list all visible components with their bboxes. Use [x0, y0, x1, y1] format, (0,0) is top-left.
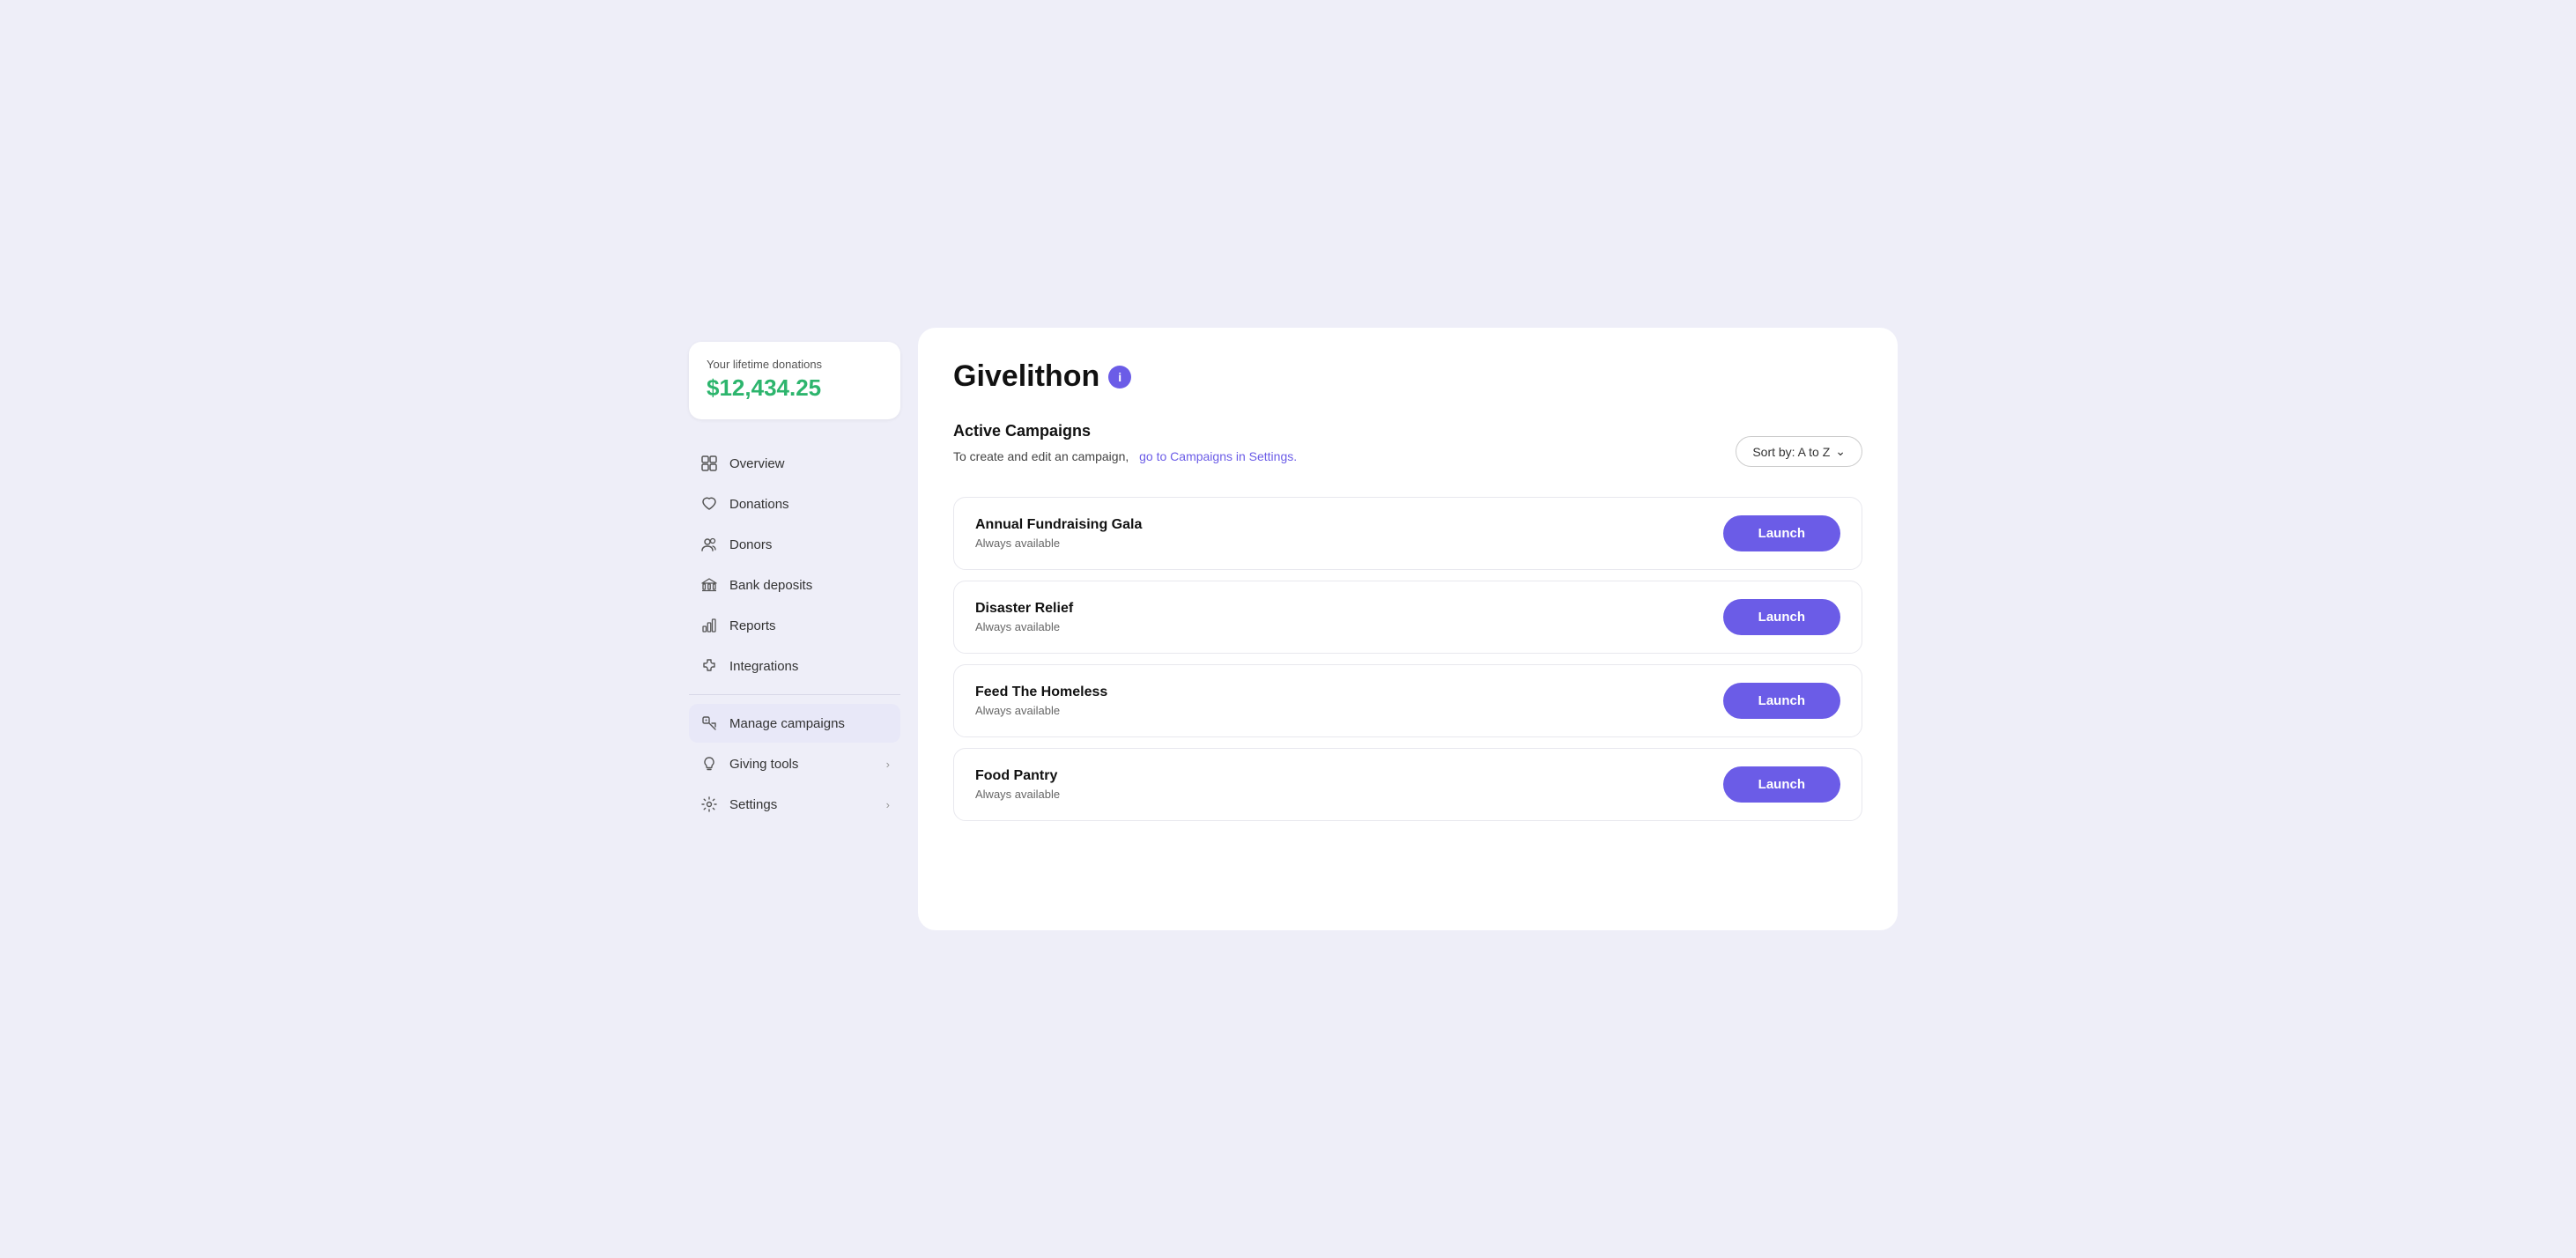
page-title: Givelithon [953, 359, 1099, 394]
campaign-name: Feed The Homeless [975, 684, 1107, 700]
heart-icon [700, 494, 719, 514]
campaign-name: Annual Fundraising Gala [975, 517, 1142, 533]
sidebar-item-integrations[interactable]: Integrations [689, 647, 900, 685]
page-title-row: Givelithon i [953, 359, 1862, 394]
app-container: Your lifetime donations $12,434.25 Overv… [671, 321, 1905, 937]
sidebar-label-donations: Donations [729, 497, 789, 512]
sidebar-label-giving-tools: Giving tools [729, 757, 798, 772]
campaign-availability: Always available [975, 620, 1073, 633]
campaign-card: Feed The Homeless Always available Launc… [953, 664, 1862, 737]
sidebar-item-manage-campaigns[interactable]: Manage campaigns [689, 704, 900, 743]
sort-dropdown[interactable]: Sort by: A to Z ⌄ [1736, 436, 1862, 467]
chevron-right-icon: › [886, 758, 890, 771]
campaign-name: Food Pantry [975, 768, 1060, 784]
sort-label: Sort by: A to Z [1752, 445, 1830, 459]
chevron-down-icon: ⌄ [1835, 444, 1846, 459]
campaign-name: Disaster Relief [975, 601, 1073, 617]
campaigns-header: Active Campaigns To create and edit an c… [953, 422, 1862, 481]
lifetime-card: Your lifetime donations $12,434.25 [689, 342, 900, 419]
campaign-info: Annual Fundraising Gala Always available [975, 517, 1142, 550]
sidebar-item-donations[interactable]: Donations [689, 485, 900, 523]
subtitle-static-text: To create and edit an campaign, [953, 449, 1129, 463]
grid-icon [700, 454, 719, 473]
chevron-right-settings-icon: › [886, 798, 890, 811]
campaign-info: Disaster Relief Always available [975, 601, 1073, 633]
sidebar-label-reports: Reports [729, 618, 776, 633]
info-badge[interactable]: i [1108, 366, 1131, 388]
nav-divider [689, 694, 900, 695]
bar-chart-icon [700, 616, 719, 635]
main-content: Givelithon i Active Campaigns To create … [918, 328, 1898, 930]
launch-button[interactable]: Launch [1723, 683, 1840, 719]
sidebar-item-bank-deposits[interactable]: Bank deposits [689, 566, 900, 604]
launch-button[interactable]: Launch [1723, 766, 1840, 803]
campaign-info: Food Pantry Always available [975, 768, 1060, 801]
lifetime-amount: $12,434.25 [707, 374, 883, 402]
sidebar-label-manage-campaigns: Manage campaigns [729, 716, 845, 731]
sidebar-label-bank-deposits: Bank deposits [729, 578, 812, 593]
campaign-card: Annual Fundraising Gala Always available… [953, 497, 1862, 570]
tag-icon [700, 714, 719, 733]
nav-section-main: Overview Donations [689, 444, 900, 685]
lightbulb-icon [700, 754, 719, 773]
launch-button[interactable]: Launch [1723, 599, 1840, 635]
sidebar-item-settings[interactable]: Settings › [689, 785, 900, 824]
sidebar-label-overview: Overview [729, 456, 785, 471]
sidebar-item-reports[interactable]: Reports [689, 606, 900, 645]
puzzle-icon [700, 656, 719, 676]
campaigns-settings-link[interactable]: go to Campaigns in Settings. [1139, 449, 1297, 463]
gear-icon [700, 795, 719, 814]
bank-icon [700, 575, 719, 595]
campaign-card: Disaster Relief Always available Launch [953, 581, 1862, 654]
campaign-availability: Always available [975, 536, 1142, 550]
campaign-availability: Always available [975, 788, 1060, 801]
sidebar-item-giving-tools[interactable]: Giving tools › [689, 744, 900, 783]
campaign-card: Food Pantry Always available Launch [953, 748, 1862, 821]
nav-section-tools: Manage campaigns Giving tools › [689, 704, 900, 824]
sidebar-label-integrations: Integrations [729, 659, 798, 674]
active-campaigns-section: Active Campaigns To create and edit an c… [953, 422, 1297, 481]
sidebar-label-settings: Settings [729, 797, 777, 812]
lifetime-label: Your lifetime donations [707, 358, 883, 371]
users-icon [700, 535, 719, 554]
campaign-info: Feed The Homeless Always available [975, 684, 1107, 717]
launch-button[interactable]: Launch [1723, 515, 1840, 551]
active-campaigns-title: Active Campaigns [953, 422, 1297, 440]
campaigns-subtitle: To create and edit an campaign, go to Ca… [953, 449, 1297, 463]
sidebar-label-donors: Donors [729, 537, 772, 552]
campaign-availability: Always available [975, 704, 1107, 717]
sidebar: Your lifetime donations $12,434.25 Overv… [671, 321, 918, 937]
campaign-list: Annual Fundraising Gala Always available… [953, 497, 1862, 821]
sidebar-item-donors[interactable]: Donors [689, 525, 900, 564]
sidebar-item-overview[interactable]: Overview [689, 444, 900, 483]
